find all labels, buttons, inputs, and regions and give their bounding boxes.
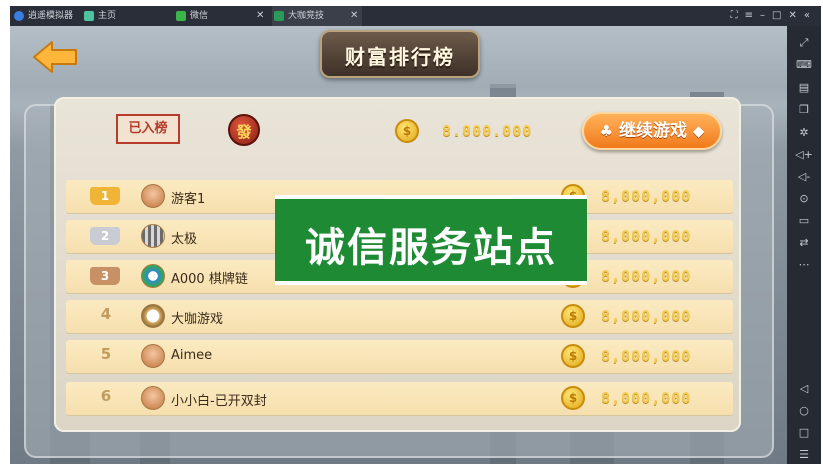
- tab-label: 逍遥模拟器: [28, 11, 74, 21]
- coin-icon: $: [395, 119, 419, 143]
- volume-down-icon[interactable]: ◁-: [787, 170, 821, 184]
- ranked-badge: 已入榜: [116, 114, 180, 144]
- settings-icon[interactable]: ✲: [787, 126, 821, 140]
- more-icon[interactable]: ⋯: [787, 258, 821, 272]
- tab-emulator-home[interactable]: 逍遥模拟器: [12, 6, 80, 26]
- close-window-icon[interactable]: ✕: [788, 10, 803, 21]
- club-icon: ♣: [599, 122, 614, 140]
- player-money: 8,000,000: [601, 389, 692, 407]
- minimize-icon[interactable]: –: [760, 10, 772, 21]
- tab-home[interactable]: 主页: [82, 6, 162, 26]
- player-name: 小小白-已开双封: [171, 394, 267, 409]
- home-nav-icon[interactable]: ○: [787, 404, 821, 418]
- diamond-icon: ◆: [692, 122, 705, 140]
- player-money: 8,000,000: [601, 227, 692, 245]
- home-icon: [84, 11, 94, 21]
- collapse-icon[interactable]: «: [804, 10, 817, 21]
- continue-label: 继续游戏: [618, 121, 687, 141]
- fa-badge-icon: 發: [228, 114, 260, 146]
- player-money: 8,000,000: [601, 347, 692, 365]
- rank-number: 6: [100, 387, 112, 405]
- silver-crown-icon: 2: [90, 227, 120, 245]
- tab-bar: 逍遥模拟器 主页 微信 ✕ 大咖竞技 ✕ ⛶≡–□✕«: [10, 6, 821, 26]
- close-icon[interactable]: ✕: [350, 6, 358, 26]
- game-icon: [274, 11, 284, 21]
- player-money: 8,000,000: [601, 307, 692, 325]
- apk-icon[interactable]: ▤: [787, 81, 821, 95]
- coin-icon: $: [561, 386, 585, 410]
- player-name: 大咖游戏: [171, 312, 224, 327]
- coin-icon: $: [561, 304, 585, 328]
- emulator-logo-icon: [14, 11, 24, 21]
- rotate-icon[interactable]: ⇄: [787, 236, 821, 250]
- leaderboard-row[interactable]: 6 小小白-已开双封 $ 8,000,000: [66, 382, 733, 415]
- location-icon[interactable]: ⊙: [787, 192, 821, 206]
- emulator-window: 逍遥模拟器 主页 微信 ✕ 大咖竞技 ✕ ⛶≡–□✕« ⤢ ⌨ ▤ ❐ ✲ ◁+…: [10, 6, 821, 464]
- my-money: 8.000.000: [442, 122, 533, 140]
- close-icon[interactable]: ✕: [256, 6, 264, 26]
- volume-up-icon[interactable]: ◁+: [787, 148, 821, 162]
- player-money: 8,000,000: [601, 267, 692, 285]
- keyboard-icon[interactable]: ⌨: [787, 58, 821, 72]
- player-name: 游客1: [171, 192, 206, 207]
- player-name: Aimee: [171, 348, 213, 363]
- tab-label: 主页: [98, 11, 117, 21]
- menu-icon[interactable]: ≡: [745, 10, 760, 21]
- coin-icon: $: [561, 344, 585, 368]
- leaderboard-row[interactable]: 4 大咖游戏 $ 8,000,000: [66, 300, 733, 333]
- wechat-icon: [176, 11, 186, 21]
- title-plate: 财富排行榜: [320, 30, 480, 78]
- leaderboard-row[interactable]: 5 Aimee $ 8,000,000: [66, 340, 733, 373]
- continue-game-button[interactable]: ♣ 继续游戏 ◆: [582, 112, 722, 150]
- folder-icon[interactable]: ▭: [787, 214, 821, 228]
- tab-label: 大咖竞技: [288, 11, 325, 21]
- avatar: [141, 184, 165, 208]
- player-name: 太极: [171, 232, 198, 247]
- rank-number: 5: [100, 345, 112, 363]
- tab-wechat[interactable]: 微信 ✕: [174, 6, 266, 26]
- bronze-crown-icon: 3: [90, 267, 120, 285]
- maximize-icon[interactable]: □: [772, 10, 788, 21]
- avatar: [141, 264, 165, 288]
- avatar: [141, 304, 165, 328]
- emulator-sidebar: ⤢ ⌨ ▤ ❐ ✲ ◁+ ◁- ⊙ ▭ ⇄ ⋯ ◁ ○ □ ☰: [787, 26, 821, 464]
- watermark-banner: 诚信服务站点: [275, 195, 587, 285]
- rank-number: 4: [100, 305, 112, 323]
- avatar: [141, 386, 165, 410]
- avatar: [141, 344, 165, 368]
- gold-crown-icon: 1: [90, 187, 120, 205]
- tab-label: 微信: [190, 11, 209, 21]
- window-controls: ⛶≡–□✕«: [731, 6, 817, 26]
- page-title: 财富排行榜: [345, 45, 455, 69]
- expand-icon[interactable]: ⤢: [787, 36, 821, 50]
- watermark-text: 诚信服务站点: [305, 225, 557, 271]
- back-arrow-icon[interactable]: [32, 40, 78, 74]
- avatar: [141, 224, 165, 248]
- menu-nav-icon[interactable]: ☰: [787, 448, 821, 462]
- player-money: 8,000,000: [601, 187, 692, 205]
- recent-apps-icon[interactable]: □: [787, 426, 821, 440]
- tab-game[interactable]: 大咖竞技 ✕: [272, 6, 362, 26]
- player-name: A000 棋牌链: [171, 272, 248, 287]
- back-nav-icon[interactable]: ◁: [787, 382, 821, 396]
- fullscreen-icon[interactable]: ⛶: [731, 10, 745, 21]
- multi-window-icon[interactable]: ❐: [787, 103, 821, 117]
